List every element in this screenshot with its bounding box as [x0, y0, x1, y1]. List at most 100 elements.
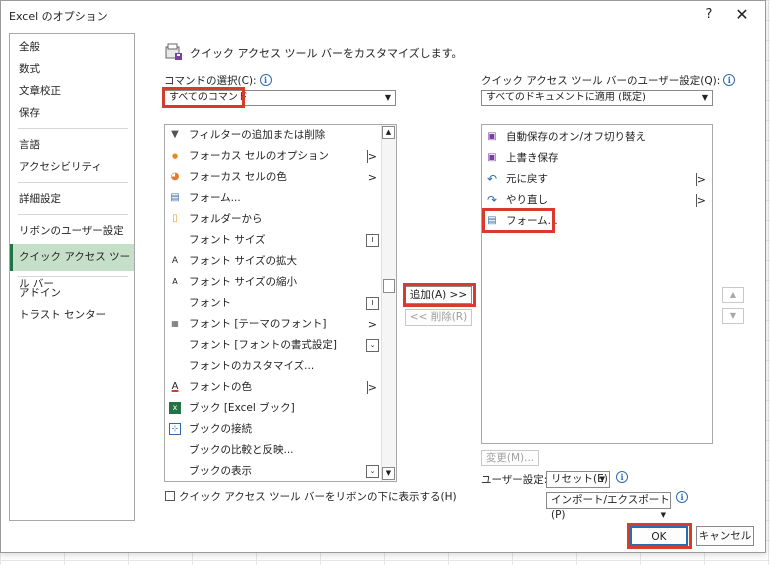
- qat-scope-dropdown[interactable]: すべてのドキュメントに適用 (既定) ▼: [481, 90, 713, 106]
- blank-icon: [169, 339, 181, 351]
- list-item[interactable]: ▤ フォーム...: [482, 211, 712, 232]
- list-item[interactable]: A フォントの色 >: [165, 377, 383, 398]
- import-export-label: インポート/エクスポート(P): [551, 494, 670, 521]
- list-item[interactable]: フォントのカスタマイズ...: [165, 356, 383, 377]
- nav-divider: [18, 128, 128, 129]
- list-item[interactable]: ▯ フォルダーから: [165, 209, 383, 230]
- chevron-down-icon: ▼: [599, 475, 605, 483]
- nav-item-advanced[interactable]: 詳細設定: [10, 188, 134, 210]
- choose-commands-value: すべてのコマンド: [169, 92, 248, 103]
- list-item[interactable]: A フォント サイズの拡大: [165, 251, 383, 272]
- list-item[interactable]: ↶ 元に戻す >: [482, 169, 712, 190]
- excel-options-dialog: Excel のオプション ? ✕ 全般 数式 文章校正 保存 言語 アクセシビリ…: [0, 0, 766, 553]
- text-box-icon: I: [366, 234, 379, 247]
- dialog-title: Excel のオプション: [9, 10, 108, 23]
- list-item[interactable]: A フォント サイズの縮小: [165, 272, 383, 293]
- nav-item-language[interactable]: 言語: [10, 134, 134, 156]
- scroll-up-icon[interactable]: ▲: [382, 126, 395, 139]
- show-below-ribbon-checkbox[interactable]: [165, 491, 175, 501]
- nav-item-general[interactable]: 全般: [10, 36, 134, 58]
- cancel-button[interactable]: キャンセル: [696, 526, 754, 546]
- list-item[interactable]: ⊹ ブックの接続: [165, 419, 383, 440]
- form-icon: ▤: [487, 215, 497, 226]
- list-item[interactable]: ブックの比較と反映...: [165, 440, 383, 461]
- blank-icon: [169, 444, 181, 456]
- commands-scrollbar[interactable]: ▲ ▼: [381, 125, 396, 481]
- info-icon[interactable]: i: [676, 491, 688, 503]
- list-item[interactable]: ↷ やり直し >: [482, 190, 712, 211]
- remove-button[interactable]: << 削除(R): [405, 309, 472, 326]
- chevron-down-icon: ▼: [729, 311, 737, 320]
- info-icon[interactable]: i: [616, 471, 628, 483]
- list-item[interactable]: x ブック [Excel ブック]: [165, 398, 383, 419]
- nav-item-customize-ribbon[interactable]: リボンのユーザー設定: [10, 220, 134, 242]
- commands-list: ▼ フィルターの追加または削除 ● フォーカス セルのオプション > ◕ フォーカス セ…: [164, 124, 397, 482]
- scroll-down-icon[interactable]: ▼: [382, 467, 395, 480]
- autosave-icon: ▣: [487, 131, 497, 142]
- font-shrink-icon: A: [172, 277, 178, 286]
- list-item[interactable]: ◕ フォーカス セルの色 >: [165, 167, 383, 188]
- chevron-right-icon: >: [367, 171, 377, 184]
- choose-commands-dropdown[interactable]: すべてのコマンド ▼: [164, 90, 396, 106]
- focus-cell-icon: ●: [171, 152, 179, 160]
- nav-item-addins[interactable]: アドイン: [10, 282, 134, 304]
- choose-commands-label: コマンドの選択(C): i: [164, 73, 272, 88]
- list-item[interactable]: フォント サイズ I: [165, 230, 383, 251]
- nav-item-formulas[interactable]: 数式: [10, 58, 134, 80]
- font-grow-icon: A: [171, 256, 179, 266]
- nav-item-quick-access-toolbar[interactable]: クイック アクセス ツール バー: [10, 244, 134, 290]
- dropdown-icon: ⌄: [366, 339, 379, 352]
- form-icon: ▤: [170, 192, 180, 203]
- list-item[interactable]: ▼ フィルターの追加または削除: [165, 125, 383, 146]
- list-item[interactable]: ▤ フォーム...: [165, 188, 383, 209]
- dropdown-icon: ⌄: [366, 465, 379, 478]
- filter-icon: ▼: [171, 129, 179, 140]
- nav-item-accessibility[interactable]: アクセシビリティ: [10, 156, 134, 178]
- list-item[interactable]: ▣ 上書き保存: [482, 148, 712, 169]
- move-down-button[interactable]: ▼: [722, 308, 744, 324]
- add-button[interactable]: 追加(A) >>: [405, 286, 472, 304]
- chevron-right-icon: >: [367, 318, 377, 331]
- redo-icon: ↷: [486, 193, 498, 207]
- qat-settings-label: クイック アクセス ツール バーのユーザー設定(Q): i: [481, 73, 736, 88]
- user-settings-label: ユーザー設定:: [481, 474, 548, 486]
- qat-list: ▣ 自動保存のオン/オフ切り替え ▣ 上書き保存 ↶ 元に戻す > ↷ やり直し > ▤ フォ…: [481, 124, 713, 444]
- chevron-down-icon[interactable]: ▼: [383, 93, 393, 103]
- info-icon[interactable]: i: [259, 74, 272, 86]
- nav-item-trust-center[interactable]: トラスト センター: [10, 304, 134, 326]
- quick-access-toolbar-icon: [165, 43, 182, 60]
- nav-divider: [18, 182, 128, 183]
- modify-button[interactable]: 変更(M)...: [481, 450, 539, 466]
- list-item[interactable]: ブックの表示 ⌄: [165, 461, 383, 481]
- folder-icon: ▯: [172, 213, 178, 224]
- chevron-right-icon: >: [367, 150, 377, 163]
- list-item[interactable]: フォント I: [165, 293, 383, 314]
- nav-item-save[interactable]: 保存: [10, 102, 134, 124]
- scrollbar-thumb[interactable]: [383, 279, 395, 293]
- chevron-up-icon: ▲: [729, 290, 737, 299]
- chevron-right-icon: >: [696, 194, 706, 207]
- list-item[interactable]: フォント [フォントの書式設定] ⌄: [165, 335, 383, 356]
- font-color-icon: A: [171, 381, 179, 392]
- blank-icon: [169, 360, 181, 372]
- list-item[interactable]: ● フォーカス セルのオプション >: [165, 146, 383, 167]
- close-button[interactable]: ✕: [732, 5, 752, 25]
- list-item[interactable]: ▦ フォント [テーマのフォント] >: [165, 314, 383, 335]
- info-icon[interactable]: i: [723, 74, 736, 86]
- reset-button[interactable]: リセット(E) ▼: [546, 471, 610, 488]
- nav-item-proofing[interactable]: 文章校正: [10, 80, 134, 102]
- nav-divider: [18, 214, 128, 215]
- move-up-button[interactable]: ▲: [722, 287, 744, 303]
- blank-icon: [169, 234, 181, 246]
- text-box-icon: I: [366, 297, 379, 310]
- save-icon: ▣: [487, 152, 497, 163]
- blank-icon: [169, 465, 181, 477]
- list-item[interactable]: ▣ 自動保存のオン/オフ切り替え: [482, 127, 712, 148]
- chevron-down-icon[interactable]: ▼: [700, 93, 710, 103]
- ok-button[interactable]: OK: [630, 526, 688, 546]
- page-heading: クイック アクセス ツール バーをカスタマイズします。: [190, 47, 463, 60]
- nav-divider: [18, 276, 128, 277]
- help-button[interactable]: ?: [699, 5, 719, 25]
- import-export-button[interactable]: インポート/エクスポート(P) ▼: [546, 492, 671, 521]
- undo-icon: ↶: [486, 172, 498, 186]
